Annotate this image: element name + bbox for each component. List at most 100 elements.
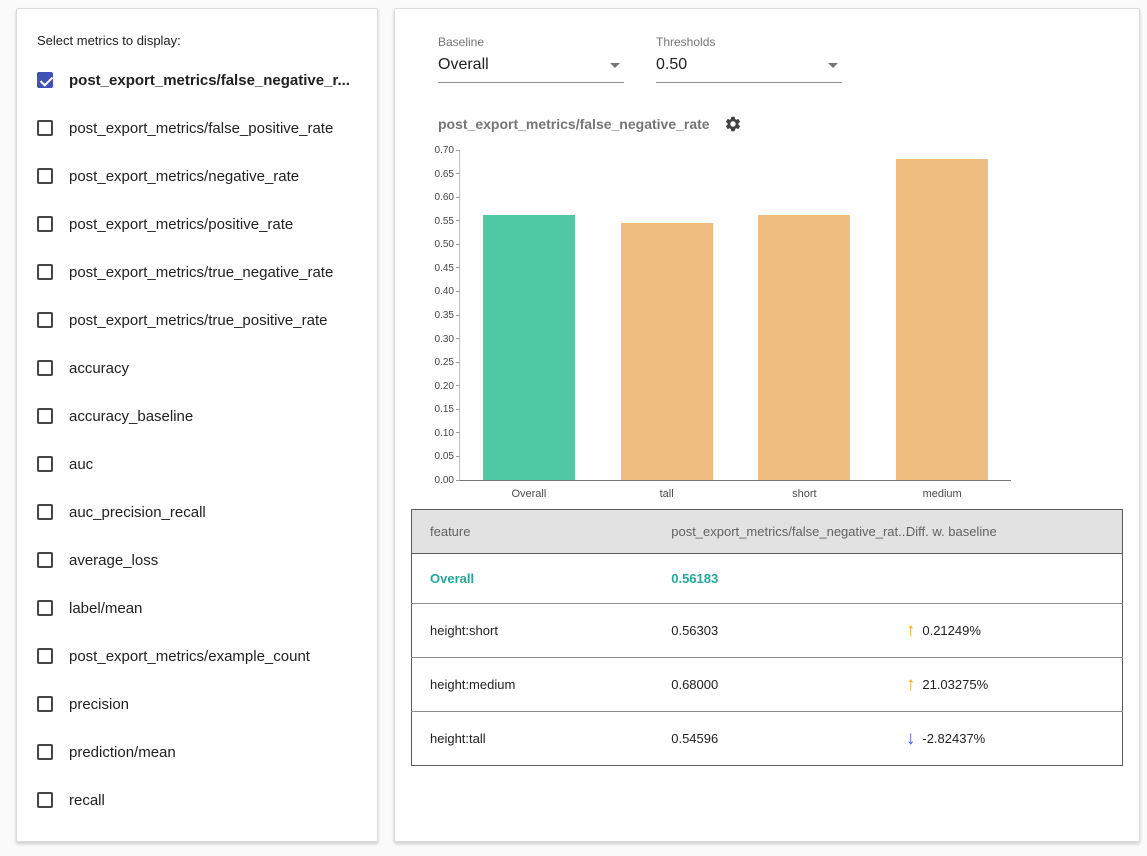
y-tick-label: 0.50 <box>435 240 454 250</box>
metric-label: accuracy <box>69 360 129 377</box>
diff-indicator: ↑21.03275% <box>906 675 1104 694</box>
chevron-down-icon <box>610 63 620 68</box>
chart-header: post_export_metrics/false_negative_rate <box>438 115 1123 133</box>
metric-item-label-mean[interactable]: label/mean <box>37 584 365 632</box>
metric-label: recall <box>69 792 105 809</box>
diff-indicator: ↓ -2.82437% <box>906 729 1104 748</box>
checkbox-unchecked-icon[interactable] <box>37 216 53 232</box>
metric-value-cell: 0.56303 <box>653 604 888 658</box>
metric-item-post-export-metrics-false-positive-rate[interactable]: post_export_metrics/false_positive_rate <box>37 104 365 152</box>
metric-item-post-export-metrics-example-count[interactable]: post_export_metrics/example_count <box>37 632 365 680</box>
checkbox-unchecked-icon[interactable] <box>37 168 53 184</box>
y-tick-label: 0.40 <box>435 287 454 297</box>
y-axis: 0.000.050.100.150.200.250.300.350.400.45… <box>421 151 454 481</box>
checkbox-unchecked-icon[interactable] <box>37 552 53 568</box>
y-tick-label: 0.05 <box>435 452 454 462</box>
diff-value: -2.82437% <box>922 731 985 746</box>
checkbox-unchecked-icon[interactable] <box>37 312 53 328</box>
metric-label: label/mean <box>69 600 142 617</box>
metric-label: average_loss <box>69 552 158 569</box>
baseline-dropdown-control[interactable]: Overall <box>438 56 624 83</box>
arrow-up-icon: ↑ <box>906 621 916 640</box>
metric-label: accuracy_baseline <box>69 408 193 425</box>
metric-item-post-export-metrics-true-negative-rate[interactable]: post_export_metrics/true_negative_rate <box>37 248 365 296</box>
metric-label: post_export_metrics/positive_rate <box>69 216 293 233</box>
metric-item-accuracy-baseline[interactable]: accuracy_baseline <box>37 392 365 440</box>
diff-cell <box>888 554 1123 604</box>
metric-label: post_export_metrics/negative_rate <box>69 168 299 185</box>
y-tick-label: 0.25 <box>435 358 454 368</box>
bar-group-short: short <box>736 151 874 480</box>
chart-title: post_export_metrics/false_negative_rate <box>438 116 710 132</box>
metric-item-auc[interactable]: auc <box>37 440 365 488</box>
table-body: Overall0.56183height:short0.56303↑0.2124… <box>412 554 1123 766</box>
bar-short[interactable] <box>758 215 850 480</box>
checkbox-unchecked-icon[interactable] <box>37 264 53 280</box>
y-tick-label: 0.35 <box>435 311 454 321</box>
metric-item-post-export-metrics-false-negative-r[interactable]: post_export_metrics/false_negative_r... <box>37 56 365 104</box>
y-tick-label: 0.60 <box>435 193 454 203</box>
bar-tall[interactable] <box>621 223 713 480</box>
metric-value-cell: 0.68000 <box>653 658 888 712</box>
y-tick-label: 0.15 <box>435 405 454 415</box>
checkbox-unchecked-icon[interactable] <box>37 456 53 472</box>
diff-cell: ↑0.21249% <box>888 604 1123 658</box>
metric-item-precision[interactable]: precision <box>37 680 365 728</box>
metric-label: post_export_metrics/true_positive_rate <box>69 312 327 329</box>
table-row-overall[interactable]: Overall0.56183 <box>412 554 1123 604</box>
table-row-height-tall[interactable]: height:tall0.54596↓-2.82437% <box>412 712 1123 766</box>
bar-group-tall: tall <box>598 151 736 480</box>
checkbox-unchecked-icon[interactable] <box>37 600 53 616</box>
metric-item-post-export-metrics-positive-rate[interactable]: post_export_metrics/positive_rate <box>37 200 365 248</box>
diff-cell: ↓ -2.82437% <box>888 712 1123 766</box>
metric-item-prediction-mean[interactable]: prediction/mean <box>37 728 365 776</box>
settings-gear-icon[interactable] <box>724 115 742 133</box>
checkbox-unchecked-icon[interactable] <box>37 744 53 760</box>
metric-value-cell: 0.56183 <box>653 554 888 604</box>
bar-group-medium: medium <box>873 151 1011 480</box>
y-tick-label: 0.55 <box>435 217 454 227</box>
y-tick-label: 0.30 <box>435 335 454 345</box>
checkbox-unchecked-icon[interactable] <box>37 408 53 424</box>
checkbox-unchecked-icon[interactable] <box>37 504 53 520</box>
checkbox-unchecked-icon[interactable] <box>37 648 53 664</box>
baseline-dropdown-value: Overall <box>438 56 489 74</box>
metric-label: post_export_metrics/example_count <box>69 648 310 665</box>
table-row-height-short[interactable]: height:short0.56303↑0.21249% <box>412 604 1123 658</box>
checkbox-unchecked-icon[interactable] <box>37 360 53 376</box>
checkbox-unchecked-icon[interactable] <box>37 696 53 712</box>
table-header-feature: feature <box>412 510 654 554</box>
table-row-height-medium[interactable]: height:medium0.68000 ↑21.03275% <box>412 658 1123 712</box>
metric-label: post_export_metrics/false_negative_r... <box>69 72 350 89</box>
feature-cell: height:medium <box>412 658 654 712</box>
checkbox-unchecked-icon[interactable] <box>37 792 53 808</box>
arrow-down-icon: ↓ <box>906 729 916 748</box>
metric-item-recall[interactable]: recall <box>37 776 365 824</box>
thresholds-dropdown-control[interactable]: 0.50 <box>656 56 842 83</box>
y-tick-label: 0.65 <box>435 170 454 180</box>
thresholds-dropdown[interactable]: Thresholds 0.50 <box>656 35 842 83</box>
controls-row: Baseline Overall Thresholds 0.50 <box>438 35 1123 83</box>
feature-cell: height:tall <box>412 712 654 766</box>
y-tick-label: 0.45 <box>435 264 454 274</box>
bar-medium[interactable] <box>896 159 988 480</box>
feature-cell: height:short <box>412 604 654 658</box>
metrics-table: featurepost_export_metrics/false_negativ… <box>411 509 1123 766</box>
checkbox-checked-icon[interactable] <box>37 72 53 88</box>
checkbox-unchecked-icon[interactable] <box>37 120 53 136</box>
metric-label: prediction/mean <box>69 744 176 761</box>
metric-item-accuracy[interactable]: accuracy <box>37 344 365 392</box>
metric-label: auc_precision_recall <box>69 504 206 521</box>
baseline-dropdown[interactable]: Baseline Overall <box>438 35 624 83</box>
metric-item-post-export-metrics-negative-rate[interactable]: post_export_metrics/negative_rate <box>37 152 365 200</box>
x-tick-label: Overall <box>460 488 598 500</box>
metric-item-auc-precision-recall[interactable]: auc_precision_recall <box>37 488 365 536</box>
metric-item-post-export-metrics-true-positive-rate[interactable]: post_export_metrics/true_positive_rate <box>37 296 365 344</box>
bar-overall[interactable] <box>483 215 575 480</box>
metric-item-average-loss[interactable]: average_loss <box>37 536 365 584</box>
x-tick-label: medium <box>873 488 1011 500</box>
thresholds-dropdown-value: 0.50 <box>656 56 687 74</box>
table-header-row: featurepost_export_metrics/false_negativ… <box>412 510 1123 554</box>
arrow-up-icon: ↑ <box>906 675 916 694</box>
metrics-panel: Baseline Overall Thresholds 0.50 post_ex… <box>394 8 1140 842</box>
